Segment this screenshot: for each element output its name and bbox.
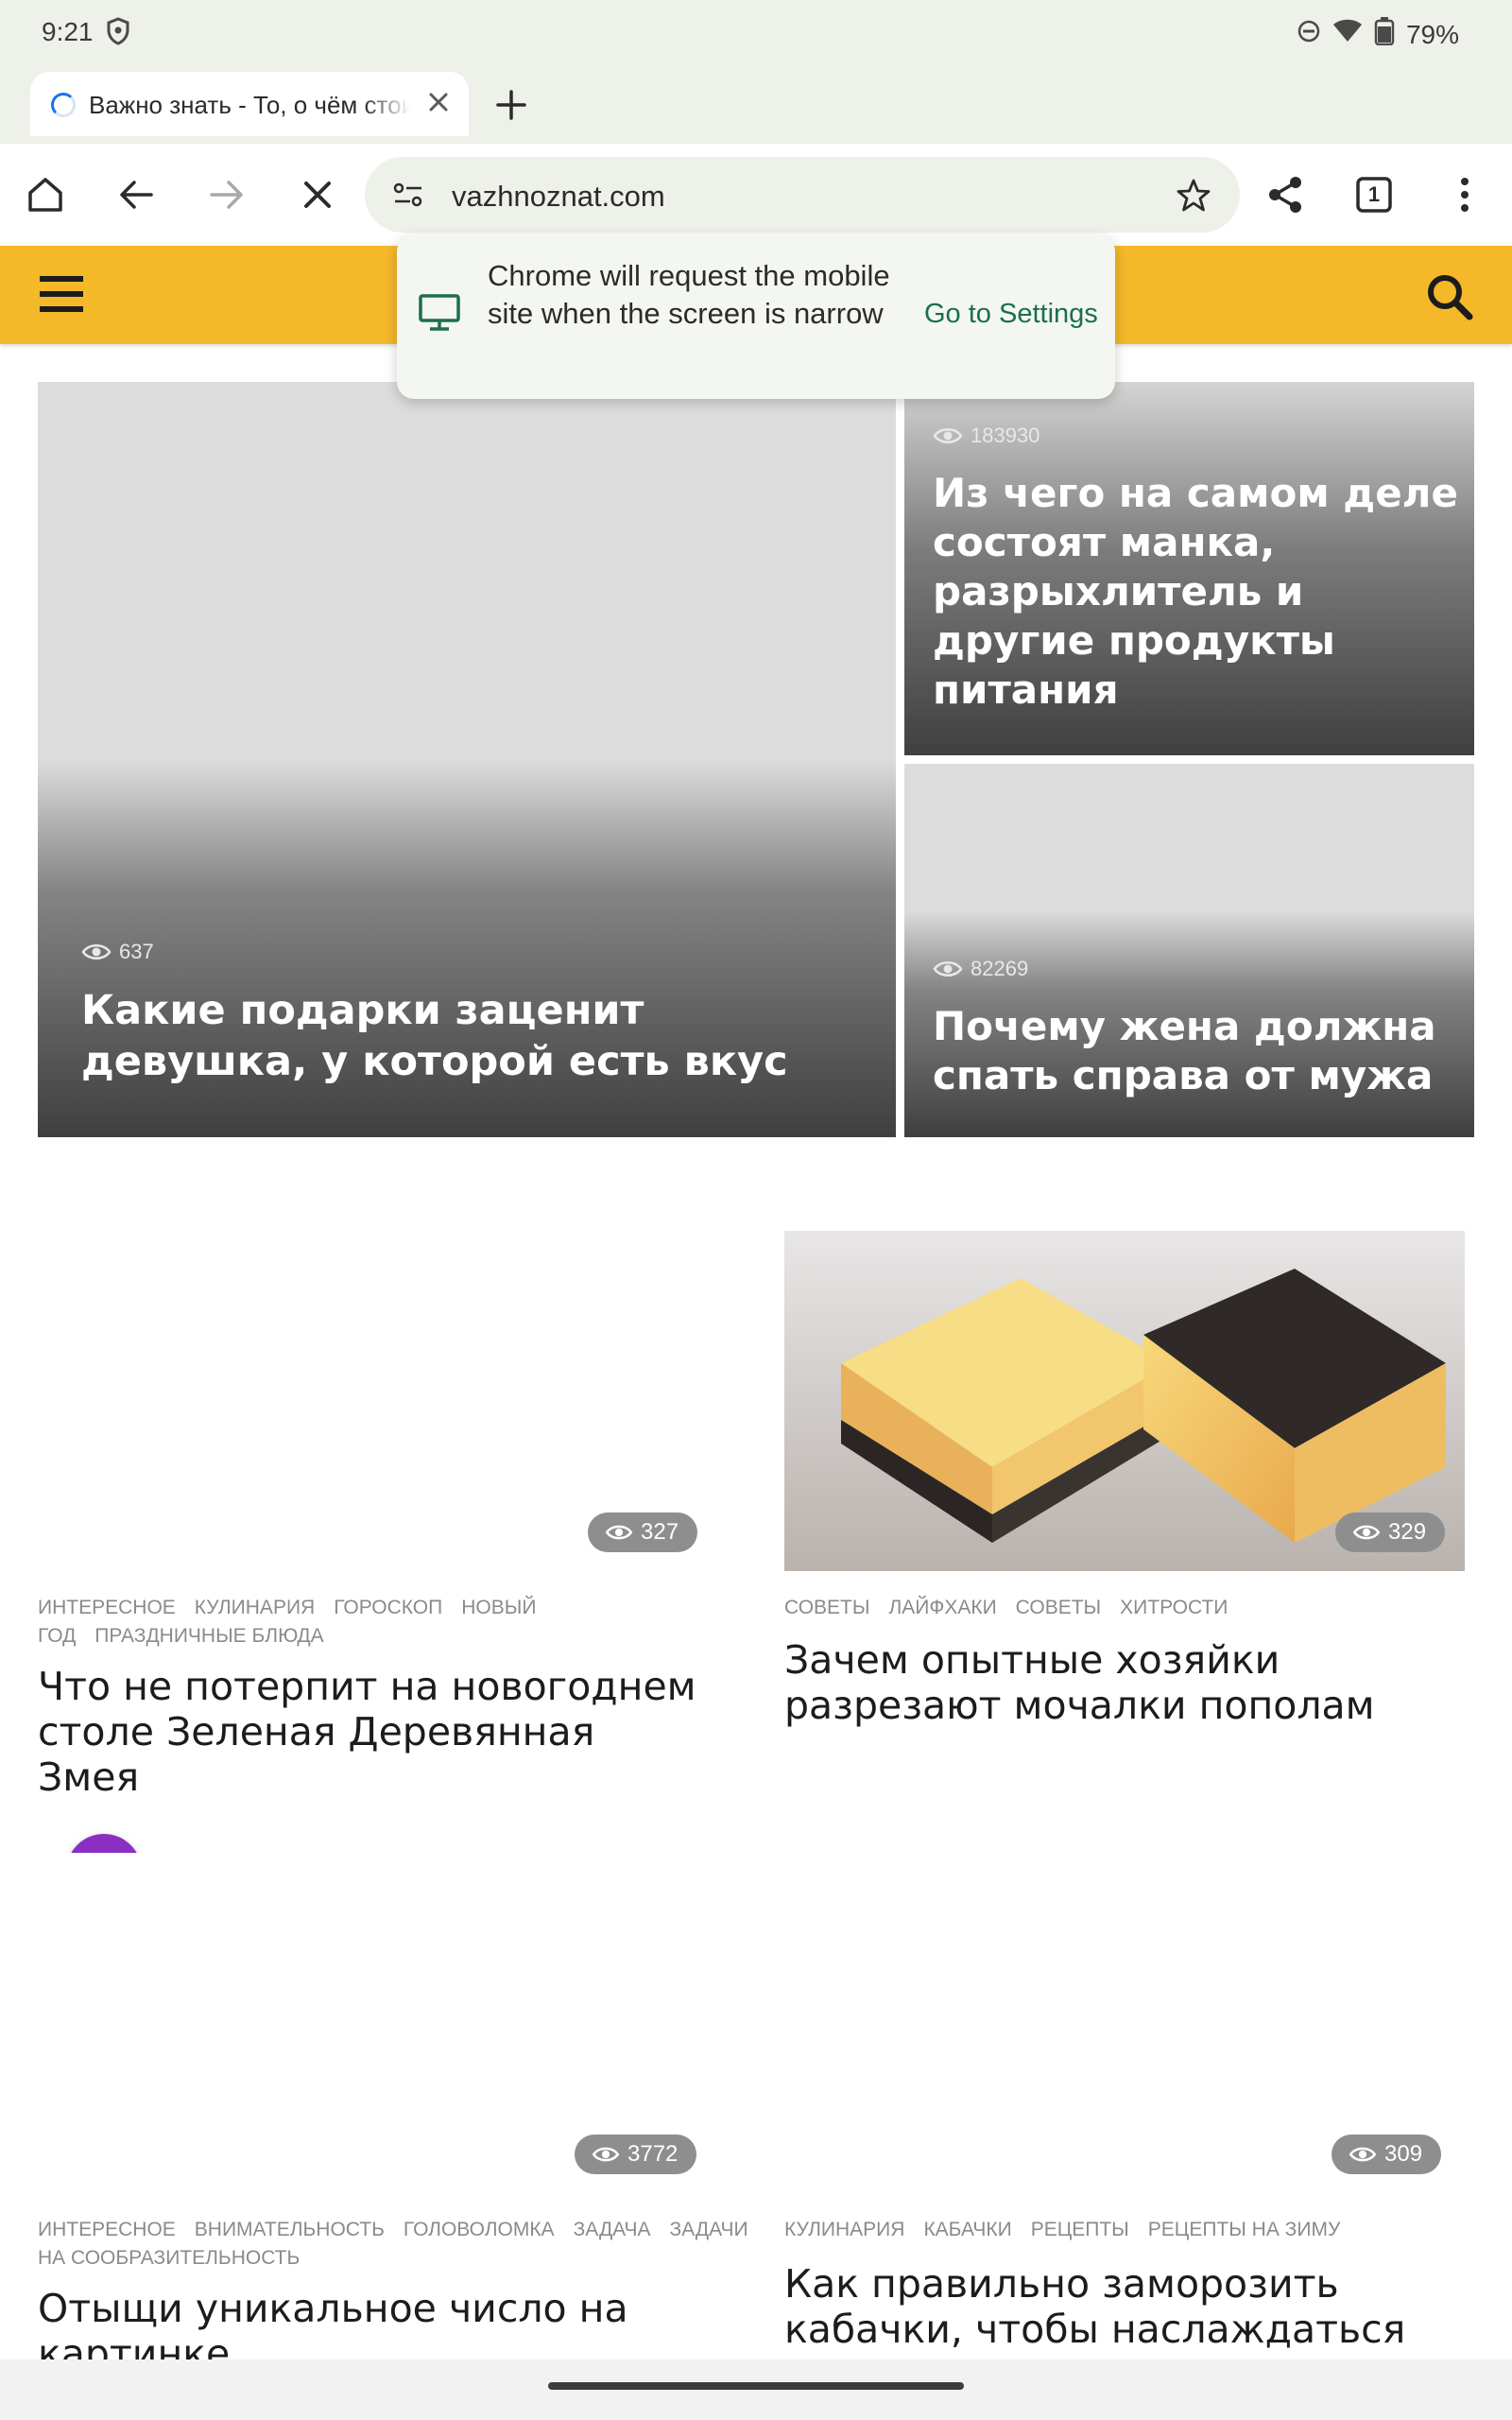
post-title[interactable]: Что не потерпит на новогоднем столе Зеле…: [38, 1664, 699, 1800]
view-count: 637: [81, 940, 154, 964]
tag-link[interactable]: РЕЦЕПТЫ НА ЗИМУ: [1148, 2219, 1341, 2240]
status-bar: 9:21 79%: [0, 0, 1512, 68]
desktop-monitor-icon: [418, 293, 461, 337]
tag-link[interactable]: ИНТЕРЕСНОЕ: [38, 1597, 176, 1618]
hero-title[interactable]: Из чего на самом деле состоят манка, раз…: [933, 469, 1462, 715]
dnd-icon: [1297, 19, 1321, 50]
tag-link[interactable]: ИНТЕРЕСНОЕ: [38, 2219, 176, 2240]
post-tags: СОВЕТЫ ЛАЙФХАКИ СОВЕТЫ ХИТРОСТИ: [784, 1594, 1465, 1622]
battery-level: 79%: [1405, 19, 1459, 49]
post-tags: ИНТЕРЕСНОЕ ВНИМАТЕЛЬНОСТЬ ГОЛОВОЛОМКА ЗАДАЧ…: [38, 2216, 748, 2273]
browser-tab[interactable]: Важно знать - То, о чём стоит знать: [30, 72, 469, 136]
post-title[interactable]: Зачем опытные хозяйки разрезают мочалки …: [784, 1637, 1465, 1728]
status-time: 9:21: [42, 17, 94, 46]
loading-spinner-icon: [51, 93, 76, 117]
view-count-value: 637: [119, 940, 154, 963]
tag-link[interactable]: ВНИМАТЕЛЬНОСТЬ: [195, 2219, 385, 2240]
stop-loading-icon[interactable]: [295, 172, 340, 217]
tag-link[interactable]: ГОЛОВОЛОМКА: [404, 2219, 555, 2240]
post-tags: ИНТЕРЕСНОЕ КУЛИНАРИЯ ГОРОСКОП НОВЫЙ ГОД ПРАЗ…: [38, 1594, 699, 1651]
hamburger-menu-icon[interactable]: [40, 274, 83, 319]
wifi-icon: [1332, 19, 1363, 50]
go-to-settings-button[interactable]: Go to Settings: [924, 299, 1098, 330]
eye-icon: [1352, 1525, 1381, 1540]
battery-icon: [1374, 17, 1395, 52]
address-bar[interactable]: vazhnoznat.com: [365, 157, 1240, 233]
tag-link[interactable]: ПРАЗДНИЧНЫЕ БЛЮДА: [94, 1625, 323, 1647]
tag-link[interactable]: ХИТРОСТИ: [1120, 1597, 1228, 1618]
hero-card-bottom-right[interactable]: 82269 Почему жена должна спать справа от…: [904, 764, 1474, 1137]
back-icon[interactable]: [113, 172, 159, 217]
view-count-badge: 309: [1332, 2135, 1442, 2174]
system-nav-bar: [0, 2360, 1512, 2420]
eye-icon: [1349, 2147, 1377, 2162]
eye-icon: [81, 944, 112, 959]
tab-strip: Важно знать - То, о чём стоит знать: [0, 68, 1512, 144]
tag-link[interactable]: СОВЕТЫ: [1016, 1597, 1101, 1618]
close-tab-icon[interactable]: [421, 85, 455, 119]
new-tab-icon[interactable]: [491, 85, 531, 125]
view-count: 82269: [933, 957, 1028, 981]
site-settings-icon[interactable]: [391, 180, 425, 215]
view-count-badge: 3772: [575, 2135, 697, 2174]
bookmark-star-icon[interactable]: [1176, 178, 1211, 218]
eye-icon: [605, 1525, 633, 1540]
tag-link[interactable]: КАБАЧКИ: [923, 2219, 1011, 2240]
mobile-site-notice-popup: Chrome will request the mobile site when…: [397, 234, 1115, 399]
eye-icon: [933, 961, 963, 977]
tag-link[interactable]: ЛАЙФХАКИ: [888, 1597, 996, 1618]
search-icon[interactable]: [1425, 272, 1474, 326]
gesture-handle[interactable]: [548, 2382, 964, 2390]
tag-link[interactable]: РЕЦЕПТЫ: [1031, 2219, 1129, 2240]
hero-card-top-right[interactable]: 183930 Из чего на самом деле состоят ман…: [904, 382, 1474, 755]
view-count: 183930: [933, 424, 1040, 448]
hero-title[interactable]: Какие подарки заценит девушка, у которой…: [81, 985, 866, 1087]
eye-icon: [592, 2147, 620, 2162]
tag-link[interactable]: КУЛИНАРИЯ: [195, 1597, 315, 1618]
tab-count: 1: [1367, 182, 1381, 206]
view-count-value: 82269: [971, 957, 1029, 980]
view-count-value: 329: [1388, 1519, 1427, 1545]
hero-card-main[interactable]: 637 Какие подарки заценит девушка, у кот…: [38, 382, 896, 1137]
view-count-value: 183930: [971, 424, 1040, 447]
overflow-menu-icon[interactable]: [1442, 172, 1487, 217]
view-count-badge: 329: [1335, 1512, 1446, 1552]
tag-link[interactable]: КУЛИНАРИЯ: [784, 2219, 904, 2240]
tag-link[interactable]: ГОРОСКОП: [334, 1597, 442, 1618]
post-title[interactable]: Отыщи уникальное число на картинке: [38, 2286, 718, 2360]
hero-title[interactable]: Почему жена должна спать справа от мужа: [933, 1002, 1462, 1100]
browser-toolbar: vazhnoznat.com 1: [0, 144, 1512, 246]
url-text[interactable]: vazhnoznat.com: [452, 180, 665, 214]
share-icon[interactable]: [1263, 172, 1308, 217]
view-count-value: 327: [641, 1519, 679, 1545]
post-tags: КУЛИНАРИЯ КАБАЧКИ РЕЦЕПТЫ РЕЦЕПТЫ НА ЗИМУ: [784, 2216, 1465, 2244]
tab-title: Важно знать - То, о чём стоит знать: [89, 91, 410, 119]
view-count-value: 3772: [627, 2141, 679, 2167]
view-count-badge: 327: [588, 1512, 698, 1552]
eye-icon: [933, 428, 963, 443]
view-count-value: 309: [1384, 2141, 1423, 2167]
tag-link[interactable]: СОВЕТЫ: [784, 1597, 869, 1618]
post-title[interactable]: Как правильно заморозить кабачки, чтобы …: [784, 2261, 1465, 2360]
popup-message: Chrome will request the mobile site when…: [488, 259, 890, 330]
home-icon[interactable]: [23, 172, 68, 217]
shield-icon: [106, 17, 130, 50]
tab-switcher-icon[interactable]: 1: [1351, 172, 1397, 217]
tag-link[interactable]: ЗАДАЧА: [574, 2219, 651, 2240]
forward-icon[interactable]: [204, 172, 249, 217]
